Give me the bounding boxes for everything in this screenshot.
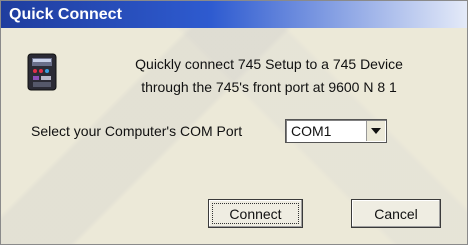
quick-connect-dialog: Quick Connect Quickly connect 745 Setup … (0, 0, 468, 245)
com-port-label: Select your Computer's COM Port (31, 123, 243, 139)
com-port-select[interactable]: COM1 (285, 119, 387, 143)
cancel-button-label: Cancel (374, 205, 418, 222)
description-line-1: Quickly connect 745 Setup to a 745 Devic… (135, 56, 403, 72)
window-title: Quick Connect (9, 6, 122, 23)
chevron-down-icon[interactable] (366, 121, 385, 141)
cancel-button[interactable]: Cancel (351, 199, 441, 228)
titlebar[interactable]: Quick Connect (1, 1, 467, 28)
description-line-2: through the 745's front port at 9600 N 8… (141, 79, 397, 95)
focus-rectangle (212, 203, 299, 224)
com-port-selected-value: COM1 (291, 123, 332, 139)
connect-button[interactable]: Connect (208, 199, 303, 228)
device-faceplate-icon (27, 53, 57, 91)
description-text: Quickly connect 745 Setup to a 745 Devic… (119, 53, 419, 99)
